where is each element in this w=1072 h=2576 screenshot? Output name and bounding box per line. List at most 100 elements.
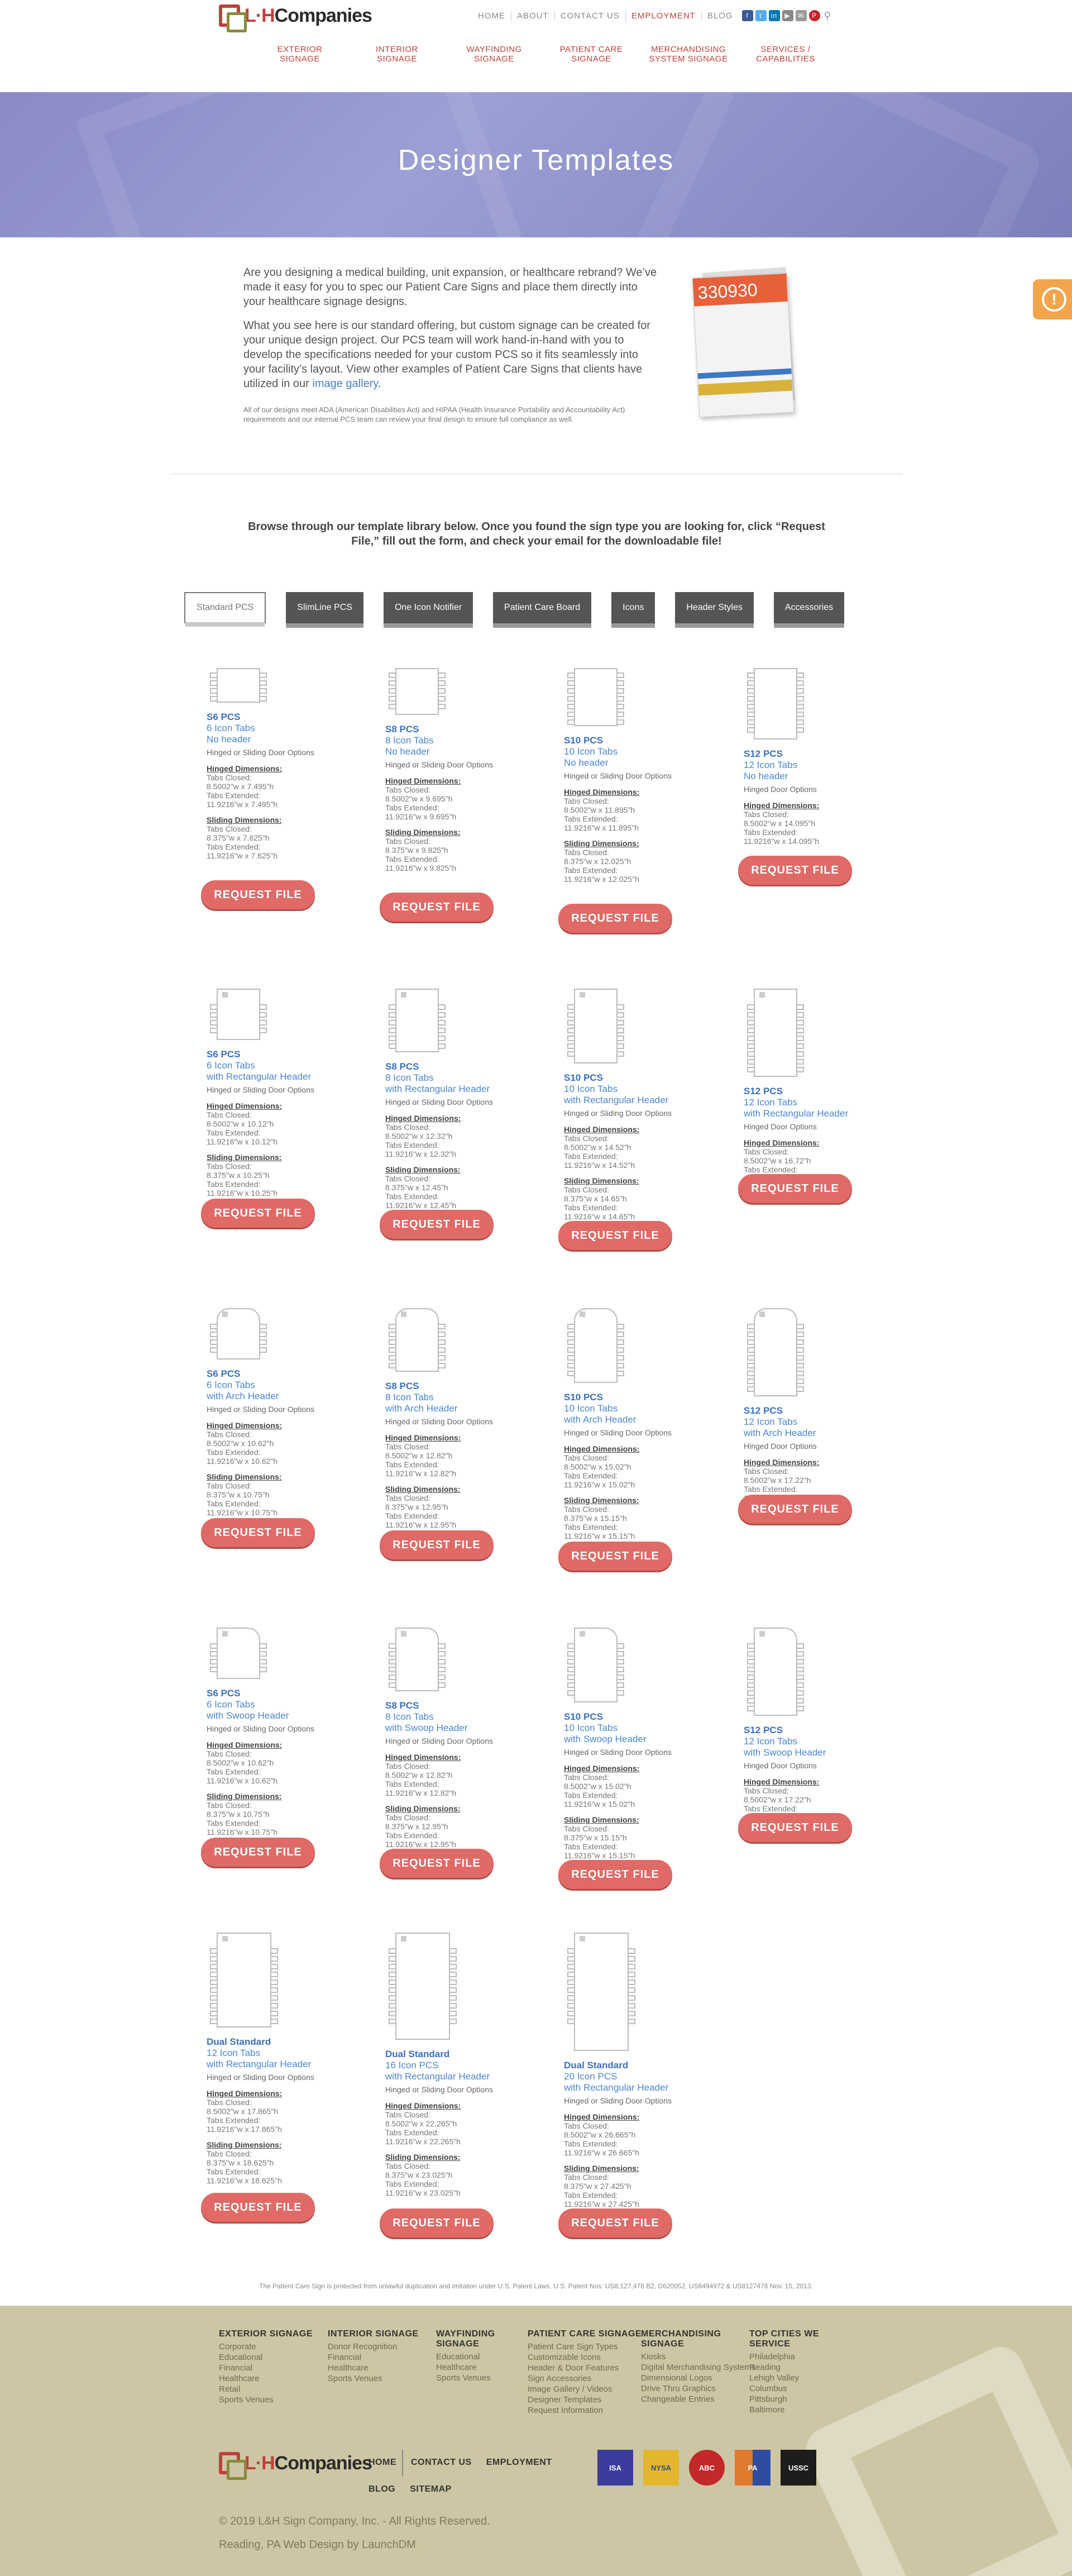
footer-link[interactable]: Drive Thru Graphics [641,2383,755,2394]
mainnav-merchandising-l1: MERCHANDISING [650,45,726,54]
footer-link[interactable]: Healthcare [219,2373,313,2384]
request-file-button[interactable]: REQUEST FILE [380,893,494,922]
tab-standard-pcs[interactable]: Standard PCS [184,592,266,627]
topnav-employment[interactable]: EMPLOYMENT [626,11,702,21]
request-file-button[interactable]: REQUEST FILE [558,2208,672,2238]
card-options: Hinged or Sliding Door Options [564,1748,672,1757]
topnav-about[interactable]: ABOUT [511,11,555,21]
linkedin-icon[interactable]: in [768,10,780,21]
header-shape [395,1628,439,1640]
hinged-dimension: Tabs Extended: [385,2128,439,2137]
hinged-dimension: 8.5002"w x 15.02"h [564,1782,631,1791]
mainnav-interior[interactable]: INTERIOR SIGNAGE [348,45,446,64]
footer-link[interactable]: Pittsburgh [749,2394,819,2405]
tab-one-icon-notifier[interactable]: One Icon Notifier [383,592,473,628]
facebook-icon[interactable]: f [741,10,753,21]
footer-contact-link[interactable]: CONTACT US [411,2458,472,2468]
tab-strip-left [210,1004,218,1033]
footer-link[interactable]: Healthcare [328,2363,419,2373]
footer-link[interactable]: Request Information [528,2405,642,2416]
footer-link[interactable]: Designer Templates [528,2394,642,2405]
hinged-dimension: Tabs Closed: [385,1123,430,1132]
search-icon[interactable]: ⚲ [822,10,834,21]
request-file-button[interactable]: REQUEST FILE [558,1542,672,1571]
twitter-icon[interactable]: t [755,10,767,21]
youtube-icon[interactable]: ▶ [782,10,793,21]
footer-col-title: WAYFINDING SIGNAGE [436,2329,495,2349]
request-file-button[interactable]: REQUEST FILE [738,1495,852,1524]
footer-link[interactable]: Financial [219,2363,313,2373]
footer-link[interactable]: Educational [436,2351,495,2362]
mainnav-patient-care[interactable]: PATIENT CARE SIGNAGE [543,45,640,64]
footer-link[interactable]: Sign Accessories [528,2373,642,2384]
footer-link[interactable]: Dimensional Logos [641,2373,755,2383]
topnav-home[interactable]: HOME [472,11,511,21]
image-gallery-link[interactable]: image gallery [312,378,377,390]
footer-link[interactable]: Sports Venues [219,2394,313,2405]
sign-thumbnail-icon [747,989,804,1077]
topnav-blog[interactable]: BLOG [702,11,739,21]
request-file-button[interactable]: REQUEST FILE [380,1210,494,1239]
request-file-button[interactable]: REQUEST FILE [558,1221,672,1250]
request-file-button[interactable]: REQUEST FILE [201,1199,315,1228]
tab-strip-right [438,1324,446,1368]
footer-link[interactable]: Sports Venues [328,2373,419,2384]
hinged-dimension: 8.5002"w x 11.895"h [564,805,635,814]
tab-accessories[interactable]: Accessories [773,592,845,628]
hinged-dimensions-label: Hinged Dimensions: [385,1114,461,1123]
request-file-button[interactable]: REQUEST FILE [380,1849,494,1878]
request-file-button[interactable]: REQUEST FILE [380,1530,494,1559]
footer-link[interactable]: Sports Venues [436,2373,495,2383]
footer-employment-link[interactable]: EMPLOYMENT [486,2458,552,2468]
mainnav-merchandising[interactable]: MERCHANDISING SYSTEM SIGNAGE [640,45,737,64]
footer-link[interactable]: Philadelphia [749,2351,819,2362]
footer-link[interactable]: Donor Recognition [328,2341,419,2352]
sliding-dimension: 8.375"w x 7.625"h [207,833,270,842]
tab-patient-care-board[interactable]: Patient Care Board [493,592,592,628]
mainnav-exterior[interactable]: EXTERIOR SIGNAGE [251,45,348,64]
header-shape [574,989,618,1001]
tab-header-styles[interactable]: Header Styles [675,592,754,628]
footer-sitemap-link[interactable]: SITEMAP [410,2484,452,2494]
tab-slimline-pcs[interactable]: SlimLine PCS [286,592,363,628]
footer-link[interactable]: Image Gallery / Videos [528,2384,642,2394]
footer-link[interactable]: Patient Care Sign Types [528,2341,642,2352]
footer-link[interactable]: Baltimore [749,2405,819,2415]
request-file-button[interactable]: REQUEST FILE [201,1518,315,1547]
email-icon[interactable]: ✉ [795,10,807,21]
footer-link[interactable]: Digital Merchandising Systems [641,2362,755,2373]
footer-blog-link[interactable]: BLOG [368,2484,395,2494]
footer-link[interactable]: Educational [219,2352,313,2363]
footer-link[interactable]: Header & Door Features [528,2363,642,2373]
footer-link[interactable]: Customizable Icons [528,2352,642,2363]
request-file-button[interactable]: REQUEST FILE [738,1174,852,1203]
header-shape [754,1308,797,1320]
request-file-button[interactable]: REQUEST FILE [738,856,852,885]
tab-strip-right [616,672,624,725]
footer-link[interactable]: Retail [219,2384,313,2394]
footer-link[interactable]: Kiosks [641,2351,755,2362]
footer-link[interactable]: Lehigh Valley [749,2373,819,2383]
footer-link[interactable]: Healthcare [436,2362,495,2373]
footer-home-link[interactable]: HOME [368,2458,396,2468]
request-file-button[interactable]: REQUEST FILE [558,1860,672,1889]
footer-col-title: PATIENT CARE SIGNAGE [528,2329,642,2339]
request-file-button[interactable]: REQUEST FILE [380,2208,494,2238]
request-file-button[interactable]: REQUEST FILE [201,2193,315,2222]
tab-icons[interactable]: Icons [611,592,655,628]
footer-link[interactable]: Corporate [219,2341,313,2352]
pinterest-icon[interactable]: P [808,10,820,21]
footer-link[interactable]: Changeable Entries [641,2394,755,2405]
footer-link[interactable]: Reading [749,2362,819,2373]
request-file-button[interactable]: REQUEST FILE [201,1838,315,1867]
mainnav-wayfinding[interactable]: WAYFINDING SIGNAGE [446,45,543,64]
feedback-tab[interactable]: ! [1033,279,1072,319]
site-logo[interactable]: L·HCompanies [219,4,372,32]
request-file-button[interactable]: REQUEST FILE [558,904,672,933]
mainnav-services[interactable]: SERVICES / CAPABILITIES [737,45,834,64]
topnav-contact[interactable]: CONTACT US [555,11,626,21]
request-file-button[interactable]: REQUEST FILE [738,1813,852,1842]
footer-link[interactable]: Financial [328,2352,419,2363]
footer-link[interactable]: Columbus [749,2383,819,2394]
request-file-button[interactable]: REQUEST FILE [201,880,315,909]
